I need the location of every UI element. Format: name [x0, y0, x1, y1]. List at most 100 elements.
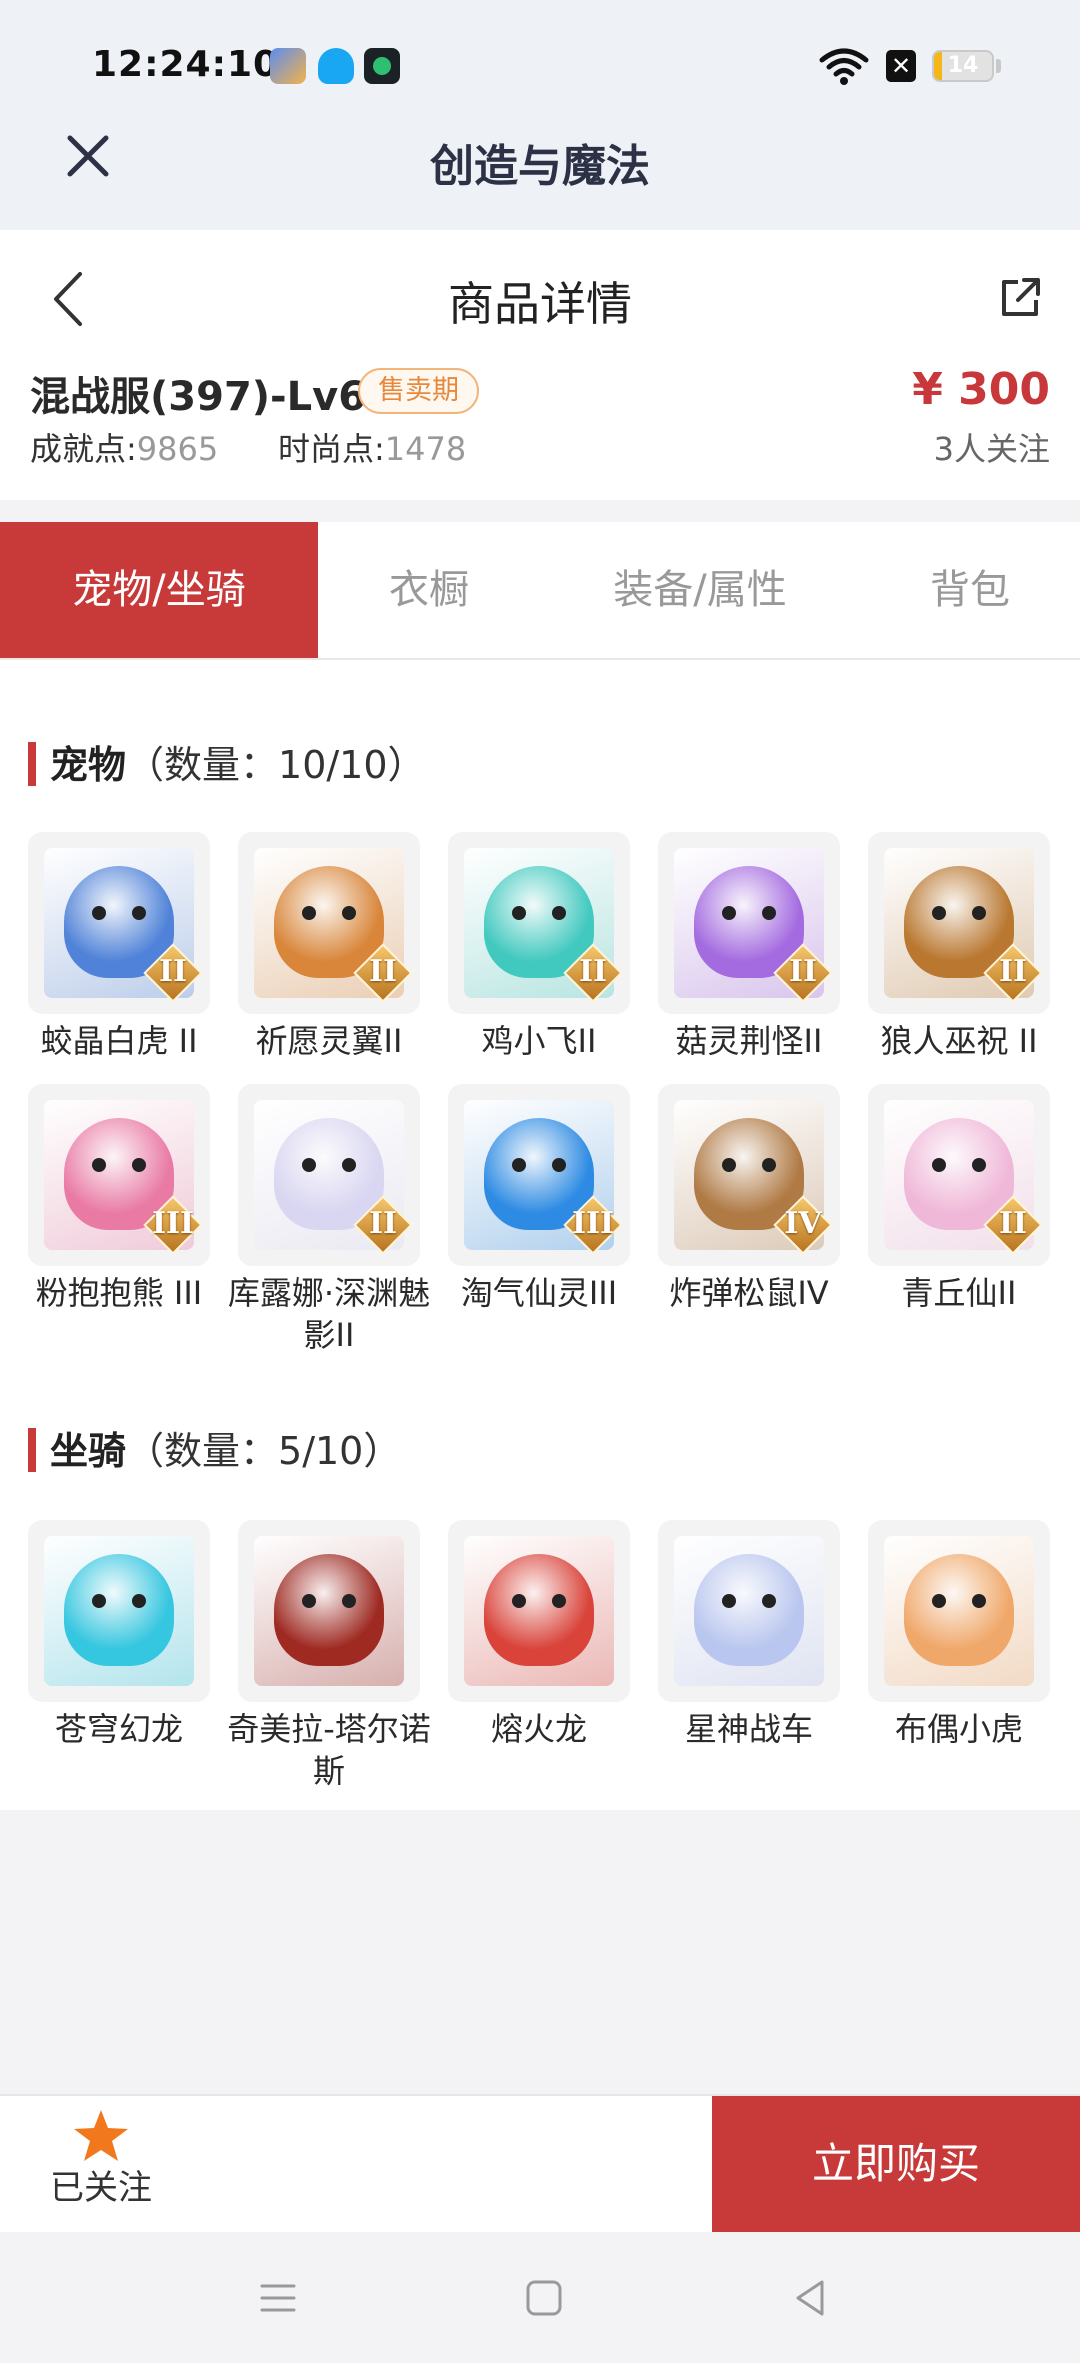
achievement-label: 成就点: — [30, 430, 137, 468]
mounts-eye — [762, 1594, 776, 1608]
rank-numeral: II — [578, 954, 608, 989]
fashion-stat: 时尚点:1478 — [278, 424, 466, 470]
mounts-item[interactable]: 苍穹幻龙 — [28, 1520, 210, 1750]
pets-eye — [342, 906, 356, 920]
pets-item[interactable]: IV 炸弹松鼠IV — [658, 1084, 840, 1314]
mounts-thumbnail — [238, 1520, 420, 1702]
mounts-figure — [904, 1554, 1014, 1666]
pets-name: 青丘仙II — [901, 1274, 1017, 1312]
rank-badge: II — [353, 1195, 413, 1255]
product-price: ¥ 300 — [912, 364, 1050, 415]
rank-numeral: III — [151, 1206, 195, 1241]
pets-eye — [132, 1158, 146, 1172]
back-icon[interactable] — [788, 2276, 832, 2320]
achievement-stat: 成就点:9865 — [30, 424, 218, 470]
achievement-value: 9865 — [136, 430, 219, 468]
rank-numeral: II — [368, 1206, 398, 1241]
sale-status-badge: 售卖期 — [358, 368, 479, 414]
mounts-item[interactable]: 布偶小虎 — [868, 1520, 1050, 1750]
share-icon[interactable] — [998, 276, 1042, 320]
pets-name: 鸡小飞II — [481, 1022, 597, 1060]
pets-eye — [722, 906, 736, 920]
mounts-thumbnail — [28, 1520, 210, 1702]
pets-item[interactable]: II 蛟晶白虎 II — [28, 832, 210, 1062]
tab-backpack[interactable]: 背包 — [860, 522, 1080, 658]
rank-badge: II — [773, 943, 833, 1003]
pets-eye — [92, 1158, 106, 1172]
app-title: 创造与魔法 — [430, 141, 650, 192]
mounts-eye — [512, 1594, 526, 1608]
follow-label: 已关注 — [50, 2168, 152, 2208]
pets-name: 炸弹松鼠IV — [669, 1274, 829, 1312]
mounts-portrait — [884, 1536, 1034, 1686]
wifi-icon — [819, 48, 869, 85]
pets-item[interactable]: II 青丘仙II — [868, 1084, 1050, 1314]
fashion-label: 时尚点: — [278, 430, 385, 468]
follower-count: 3人关注 — [933, 430, 1050, 468]
pets-section-header: 宠物（数量：10/10） — [28, 734, 426, 789]
mounts-eye — [342, 1594, 356, 1608]
pets-eye — [92, 906, 106, 920]
rank-numeral: II — [158, 954, 188, 989]
home-icon[interactable] — [522, 2276, 566, 2320]
mounts-thumbnail — [448, 1520, 630, 1702]
mounts-thumbnail — [658, 1520, 840, 1702]
rank-numeral: III — [571, 1206, 615, 1241]
rank-badge: II — [983, 943, 1043, 1003]
pets-name: 粉抱抱熊 III — [35, 1274, 203, 1312]
rank-numeral: II — [368, 954, 398, 989]
pets-eye — [132, 906, 146, 920]
tab-pets-mounts[interactable]: 宠物/坐骑 — [0, 522, 318, 658]
pets-eye — [512, 906, 526, 920]
pets-thumbnail: II — [658, 832, 840, 1014]
mounts-item[interactable]: 星神战车 — [658, 1520, 840, 1750]
pets-eye — [302, 906, 316, 920]
mounts-eye — [92, 1594, 106, 1608]
pets-section-title: 宠物 — [50, 743, 127, 787]
pets-item[interactable]: II 鸡小飞II — [448, 832, 630, 1062]
pets-name: 狼人巫祝 II — [880, 1022, 1038, 1060]
mounts-figure — [694, 1554, 804, 1666]
mounts-portrait — [44, 1536, 194, 1686]
product-title: 混战服(397)-Lv69 — [30, 374, 394, 420]
tab-equipment[interactable]: 装备/属性 — [540, 522, 860, 658]
pets-item[interactable]: II 菇灵荆怪II — [658, 832, 840, 1062]
rank-badge: III — [143, 1195, 203, 1255]
pets-eye — [972, 906, 986, 920]
rank-badge: II — [563, 943, 623, 1003]
pets-name: 菇灵荆怪II — [675, 1022, 823, 1060]
pets-eye — [302, 1158, 316, 1172]
mounts-item[interactable]: 熔火龙 — [448, 1520, 630, 1750]
rank-numeral: IV — [784, 1206, 822, 1241]
pets-name: 祈愿灵翼II — [255, 1022, 403, 1060]
mounts-eye — [552, 1594, 566, 1608]
pets-thumbnail: II — [868, 832, 1050, 1014]
pets-name: 淘气仙灵III — [460, 1274, 618, 1312]
mounts-section-count: （数量：5/10） — [126, 1429, 402, 1473]
pets-eye — [342, 1158, 356, 1172]
pets-item[interactable]: II 祈愿灵翼II — [238, 832, 420, 1062]
pets-eye — [722, 1158, 736, 1172]
app-notification-icon — [364, 48, 400, 84]
menu-icon[interactable] — [256, 2276, 300, 2320]
pets-item[interactable]: II 狼人巫祝 II — [868, 832, 1050, 1062]
battery-level: 14 — [947, 53, 979, 78]
mounts-name: 布偶小虎 — [894, 1710, 1023, 1748]
mounts-section-header: 坐骑（数量：5/10） — [28, 1420, 401, 1475]
rank-numeral: II — [998, 954, 1028, 989]
pets-thumbnail: III — [448, 1084, 630, 1266]
tab-wardrobe[interactable]: 衣橱 — [318, 522, 540, 658]
mounts-item[interactable]: 奇美拉-塔尔诺斯 — [227, 1520, 431, 1792]
pets-thumbnail: II — [448, 832, 630, 1014]
pets-item[interactable]: III 粉抱抱熊 III — [28, 1084, 210, 1314]
mounts-portrait — [464, 1536, 614, 1686]
pets-item[interactable]: III 淘气仙灵III — [448, 1084, 630, 1314]
no-sim-icon: ✕ — [886, 50, 916, 82]
mounts-thumbnail — [868, 1520, 1050, 1702]
buy-now-button[interactable]: 立即购买 — [712, 2096, 1080, 2232]
battery-tip — [996, 59, 1001, 73]
pets-eye — [932, 1158, 946, 1172]
pets-thumbnail: III — [28, 1084, 210, 1266]
mounts-name: 熔火龙 — [490, 1710, 587, 1748]
pets-item[interactable]: II 库露娜·深渊魅影II — [228, 1084, 430, 1356]
